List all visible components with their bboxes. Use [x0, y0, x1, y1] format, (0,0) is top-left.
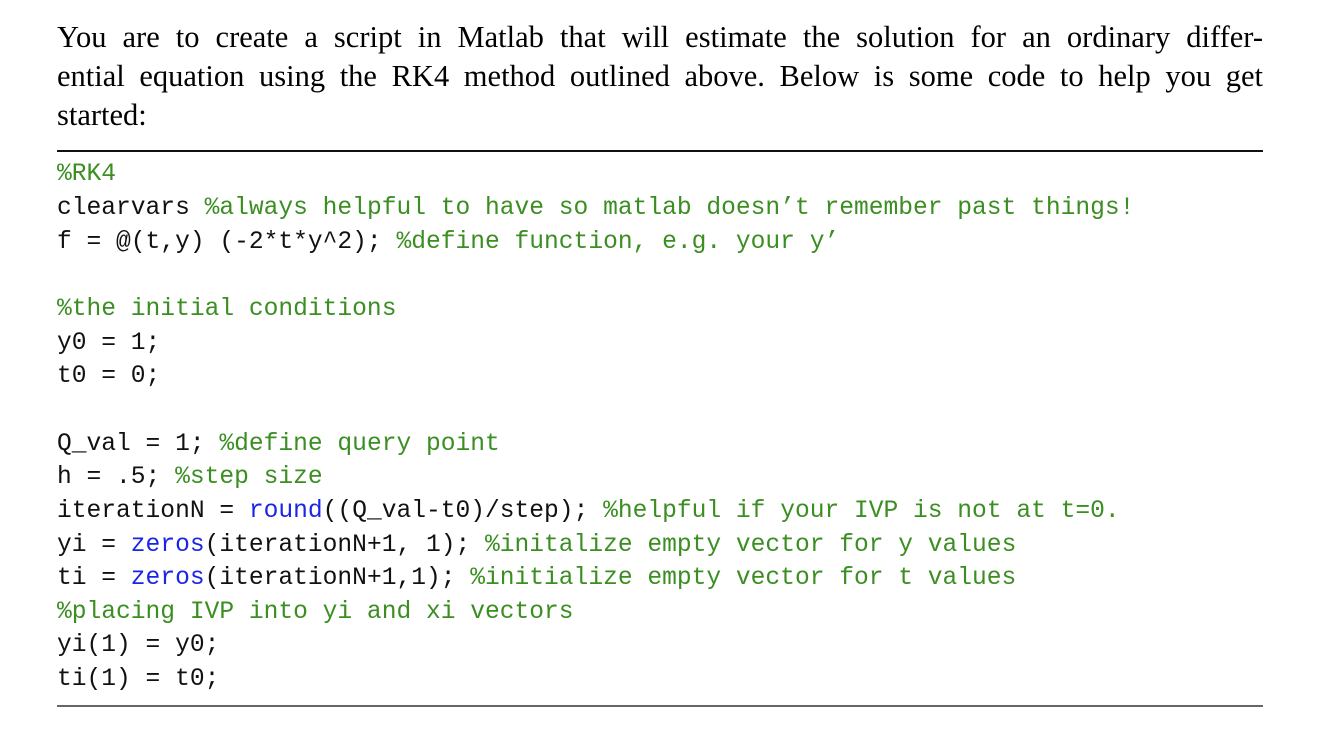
code-text: clearvars — [57, 195, 205, 222]
code-line: ti = zeros(iterationN+1,1); %initialize … — [57, 562, 1016, 596]
code-text: y0 = 1; — [57, 330, 161, 357]
code-text: ((Q_val-t0)/step); — [322, 498, 604, 525]
code-block-top-rule — [57, 150, 1263, 152]
code-text: yi(1) = y0; — [57, 632, 220, 659]
code-text: ti = — [57, 565, 131, 592]
code-line: iterationN = round((Q_val-t0)/step); %he… — [57, 495, 1120, 529]
code-line: %placing IVP into yi and xi vectors — [57, 596, 574, 630]
code-function: round — [248, 498, 323, 525]
code-text: iterationN = — [57, 498, 249, 525]
code-function: zeros — [130, 565, 205, 592]
intro-line-3: started: — [57, 98, 147, 132]
code-comment: %initialize empty vector for t values — [470, 565, 1017, 592]
code-comment: %RK4 — [57, 161, 117, 188]
code-line: yi = zeros(iterationN+1, 1); %initalize … — [57, 529, 1016, 563]
code-text: f = @(t,y) (-2*t*y^2); — [57, 229, 397, 256]
code-comment: %define function, e.g. your y’ — [396, 229, 840, 256]
code-comment: %placing IVP into yi and xi vectors — [57, 599, 574, 626]
code-comment: %step size — [175, 464, 323, 491]
code-comment: %always helpful to have so matlab doesn’… — [204, 195, 1135, 222]
intro-line-2: ential equation using the RK4 method out… — [57, 59, 1263, 93]
code-text: t0 = 0; — [57, 363, 161, 390]
code-comment: %helpful if your IVP is not at t=0. — [603, 498, 1120, 525]
code-comment: %initalize empty vector for y values — [485, 532, 1017, 559]
code-block-bottom-rule — [57, 705, 1263, 707]
code-text: (iterationN+1,1); — [204, 565, 471, 592]
intro-paragraph: You are to create a script in Matlab tha… — [57, 18, 1263, 135]
code-text: Q_val = 1; — [57, 431, 220, 458]
code-text: h = .5; — [57, 464, 176, 491]
code-text: (iterationN+1, 1); — [204, 532, 486, 559]
code-line: %RK4 — [57, 158, 116, 192]
code-function: zeros — [130, 532, 205, 559]
code-line: %the initial conditions — [57, 293, 396, 327]
code-text: yi = — [57, 532, 131, 559]
intro-line-1: You are to create a script in Matlab tha… — [57, 20, 1263, 54]
code-line: t0 = 0; — [57, 360, 160, 394]
code-line: ti(1) = t0; — [57, 663, 219, 697]
code-comment: %the initial conditions — [57, 296, 397, 323]
code-line: yi(1) = y0; — [57, 629, 219, 663]
code-line: h = .5; %step size — [57, 461, 323, 495]
code-comment: %define query point — [219, 431, 500, 458]
code-line: y0 = 1; — [57, 327, 160, 361]
code-line: clearvars %always helpful to have so mat… — [57, 192, 1134, 226]
code-line: f = @(t,y) (-2*t*y^2); %define function,… — [57, 226, 839, 260]
code-line: Q_val = 1; %define query point — [57, 428, 500, 462]
code-text: ti(1) = t0; — [57, 666, 220, 693]
